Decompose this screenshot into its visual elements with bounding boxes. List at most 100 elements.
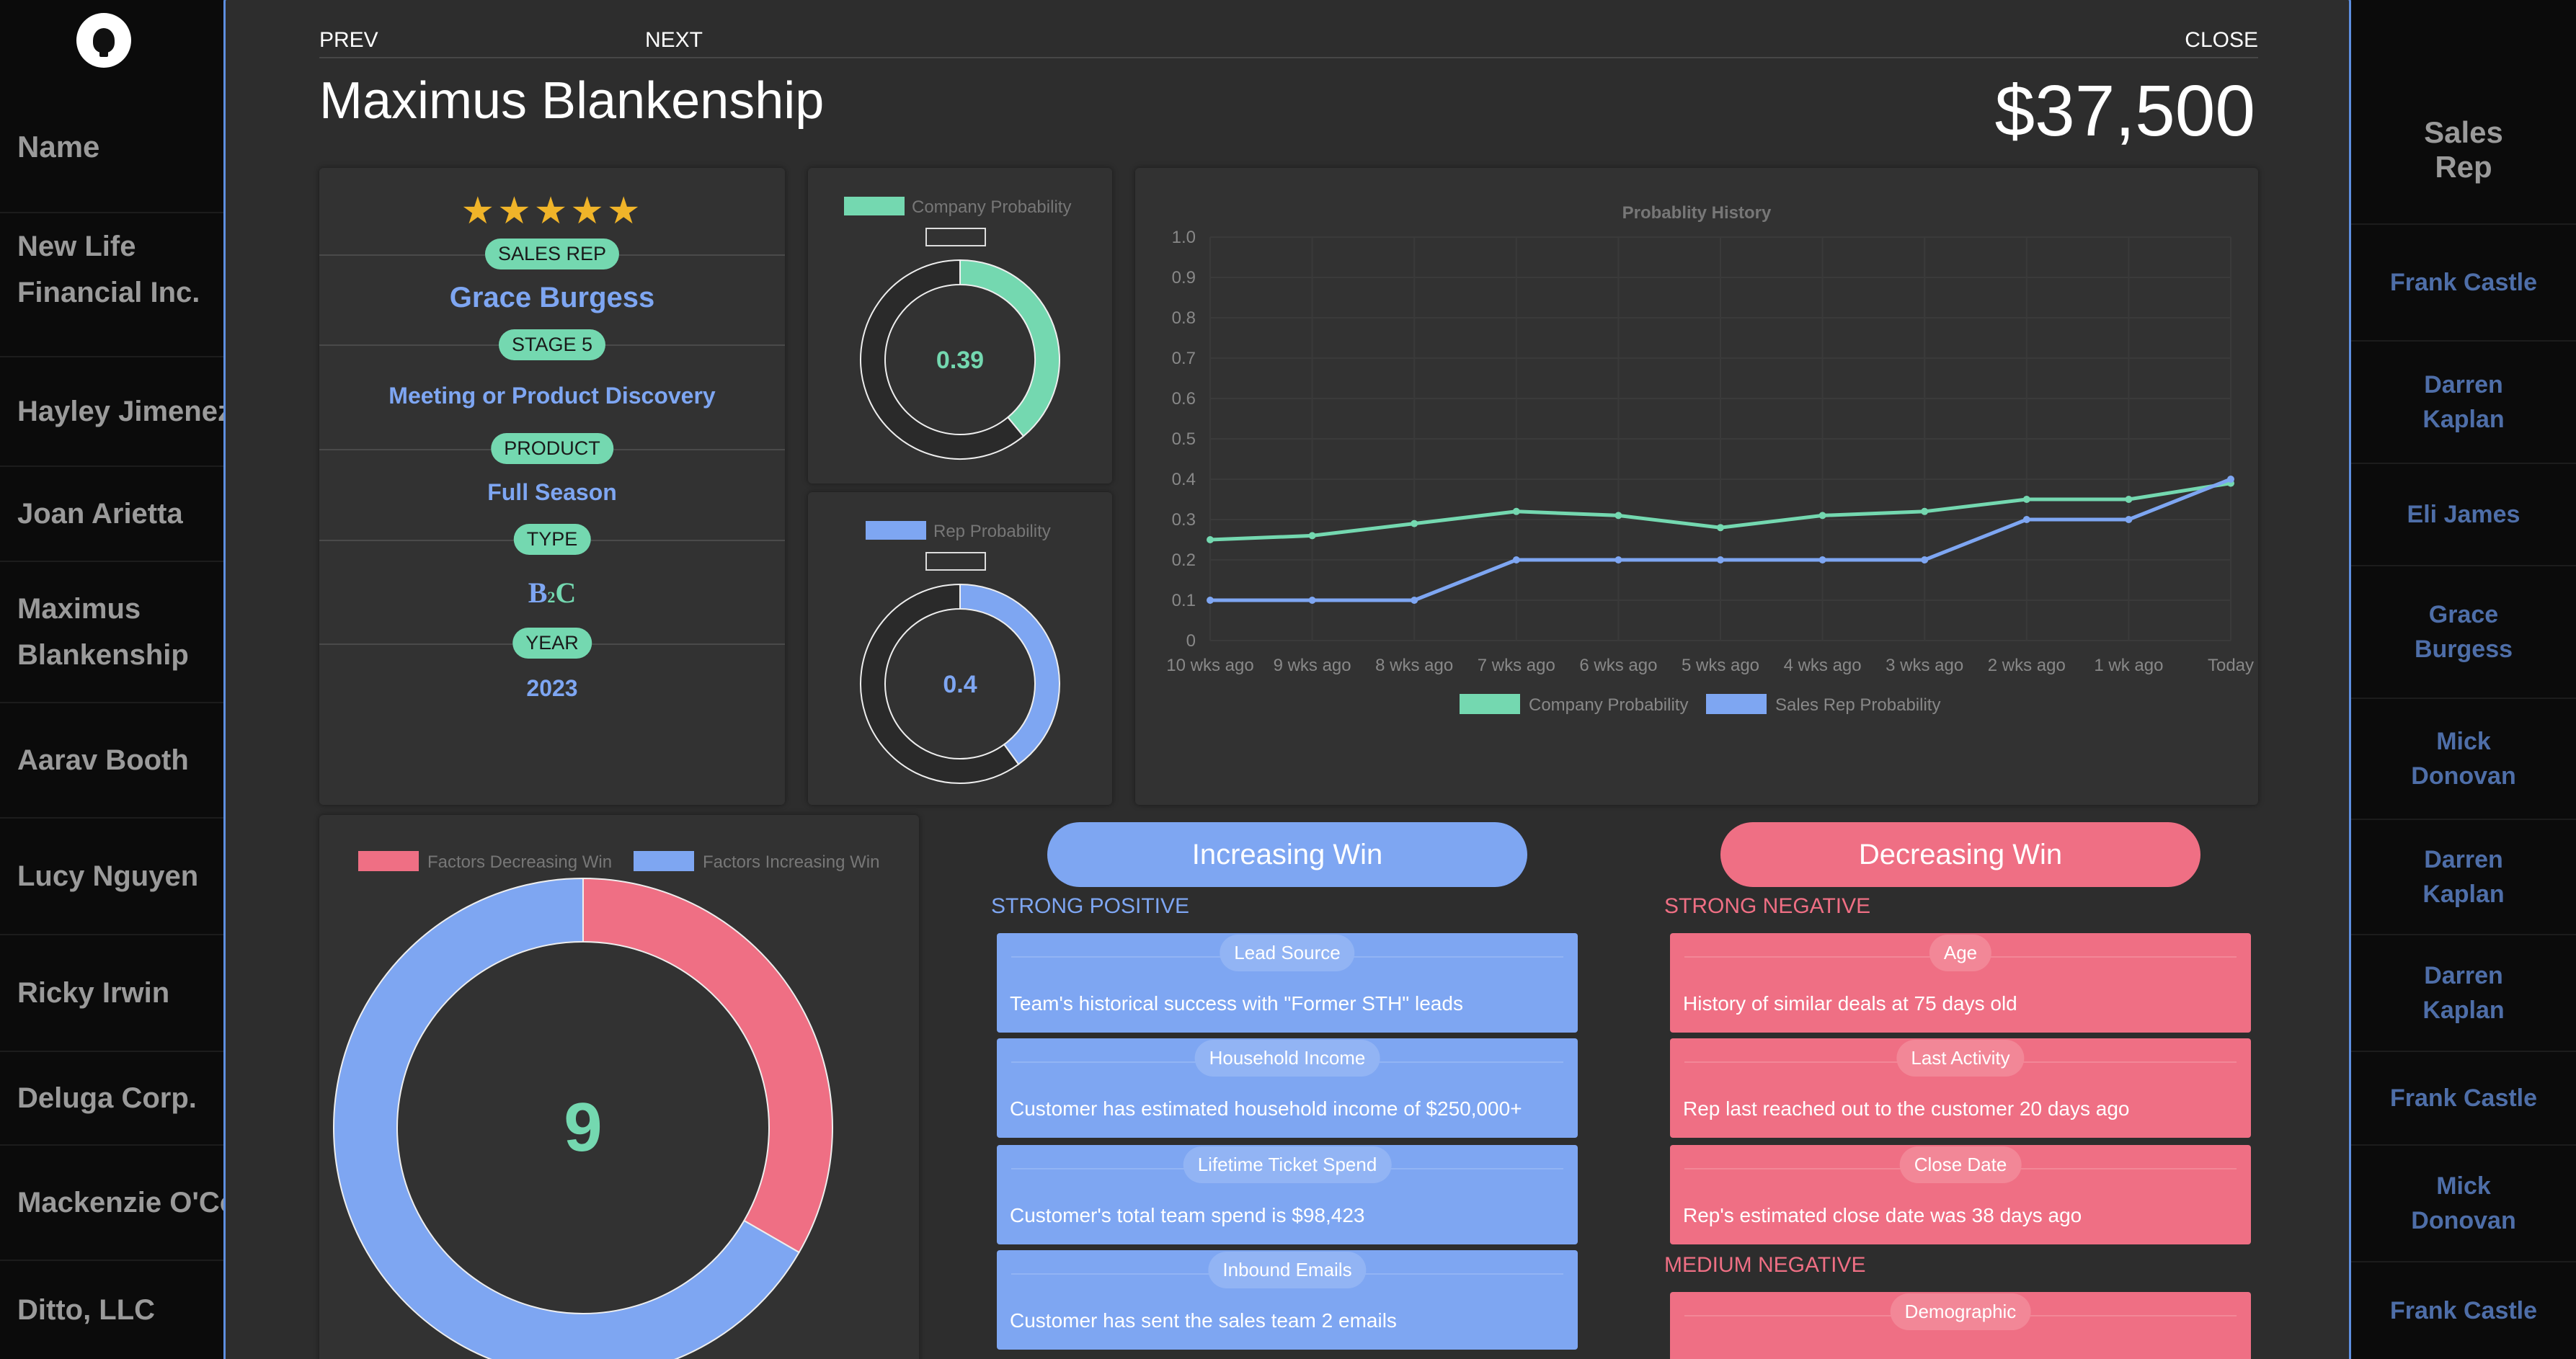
y-tick-label: 0.7: [1172, 349, 1196, 368]
x-tick-label: 7 wks ago: [1478, 656, 1555, 675]
name-column-header: Name: [17, 130, 100, 164]
factor-card[interactable]: Close Date Rep's estimated close date wa…: [1670, 1145, 2251, 1244]
list-item[interactable]: Deluga Corp.: [0, 1051, 223, 1144]
list-item[interactable]: Maximus Blankenship: [0, 561, 223, 702]
next-button[interactable]: NEXT: [645, 28, 703, 53]
list-item[interactable]: New Life Financial Inc.: [0, 212, 223, 326]
legend-box: [925, 228, 986, 246]
legend-label: Factors Increasing Win: [703, 852, 879, 872]
y-tick-label: 0.4: [1172, 470, 1196, 489]
factor-tag: Inbound Emails: [1208, 1252, 1367, 1288]
factor-text: Team's historical success with "Former S…: [1010, 992, 1463, 1015]
list-item-rep[interactable]: Frank Castle: [2351, 223, 2576, 340]
probability-history-panel: Probablity History 0 0.1 0.2 0.3 0.4 0.5 0.6 0.7…: [1135, 168, 2258, 805]
list-item-rep[interactable]: Darren Kaplan: [2351, 819, 2576, 934]
legend-label: Company Probability: [1529, 695, 1688, 715]
donut-center-label: 0.4: [943, 671, 977, 698]
factor-tag: Demographic: [1890, 1293, 2031, 1330]
donut-center-label: 0.39: [936, 347, 984, 374]
x-tick-label: 6 wks ago: [1579, 656, 1657, 675]
factor-text: Rep last reached out to the customer 20 …: [1683, 1097, 2130, 1120]
x-tick-label: 2 wks ago: [1988, 656, 2066, 675]
stage-label: STAGE 5: [498, 329, 606, 360]
data-point: [1818, 556, 1826, 563]
strong-negative-label: STRONG NEGATIVE: [1664, 894, 1871, 918]
data-point: [1921, 556, 1929, 563]
list-item[interactable]: Hayley Jimenez: [0, 356, 223, 465]
list-item-rep[interactable]: Mick Donovan: [2351, 1144, 2576, 1261]
factor-card[interactable]: Lifetime Ticket Spend Customer's total t…: [997, 1145, 1578, 1244]
legend-swatch: [358, 851, 419, 871]
y-tick-label: 0: [1186, 631, 1196, 651]
background-deal-list: Name New Life Financial Inc. Hayley Jime…: [0, 0, 223, 1359]
factor-tag: Household Income: [1194, 1040, 1380, 1077]
data-point: [1717, 556, 1724, 563]
x-tick-label: 5 wks ago: [1682, 656, 1759, 675]
list-item[interactable]: Lucy Nguyen: [0, 817, 223, 934]
legend-swatch: [844, 197, 905, 215]
background-rep-column: Sales Rep Frank Castle Darren Kaplan Eli…: [2351, 0, 2576, 1359]
data-point: [2125, 516, 2133, 523]
x-tick-label: 9 wks ago: [1274, 656, 1351, 675]
modal-nav: PREV NEXT CLOSE: [319, 27, 2258, 58]
list-item[interactable]: Aarav Booth: [0, 702, 223, 817]
list-item[interactable]: Ditto, LLC: [0, 1260, 223, 1359]
data-point: [1615, 512, 1622, 520]
data-point: [2227, 476, 2234, 483]
list-item-rep[interactable]: Mick Donovan: [2351, 698, 2576, 819]
company-probability-chart: Company Probability 0.39: [844, 197, 1071, 460]
factor-text: Customer has estimated household income …: [1010, 1097, 1522, 1120]
factor-card[interactable]: Demographic: [1670, 1292, 2251, 1359]
factor-tag: Lifetime Ticket Spend: [1183, 1146, 1392, 1183]
lightbulb-logo-icon[interactable]: [76, 13, 131, 68]
list-item[interactable]: Ricky Irwin: [0, 934, 223, 1051]
factor-tag: Lead Source: [1220, 935, 1355, 971]
factor-card[interactable]: Last Activity Rep last reached out to th…: [1670, 1038, 2251, 1138]
factors-panel: Factors Decreasing Win Factors Increasing…: [319, 815, 919, 1359]
legend-swatch: [1460, 694, 1520, 714]
medium-negative-label: MEDIUM NEGATIVE: [1664, 1253, 1866, 1277]
factor-card[interactable]: Age History of similar deals at 75 days …: [1670, 933, 2251, 1033]
list-item-rep[interactable]: Grace Burgess: [2351, 565, 2576, 698]
data-point: [1411, 597, 1418, 604]
factor-text: History of similar deals at 75 days old: [1683, 992, 2017, 1015]
rep-probability-chart: Rep Probability 0.4: [860, 521, 1060, 784]
data-point: [1308, 597, 1316, 604]
data-point: [1207, 597, 1214, 604]
list-item-rep[interactable]: Darren Kaplan: [2351, 340, 2576, 463]
list-item[interactable]: Joan Arietta: [0, 465, 223, 561]
list-item-rep[interactable]: Darren Kaplan: [2351, 934, 2576, 1051]
legend-box: [925, 552, 986, 571]
data-point: [2022, 496, 2030, 503]
data-point: [1921, 507, 1929, 515]
data-point: [1411, 520, 1418, 527]
list-item-rep[interactable]: Eli James: [2351, 463, 2576, 565]
list-item[interactable]: Mackenzie O'Connor: [0, 1144, 223, 1260]
factor-text: Customer's total team spend is $98,423: [1010, 1204, 1365, 1226]
chart-title: Probablity History: [1622, 203, 1772, 223]
increasing-win-button[interactable]: Increasing Win: [1047, 822, 1527, 887]
x-tick-label: 4 wks ago: [1784, 656, 1862, 675]
decreasing-win-button[interactable]: Decreasing Win: [1720, 822, 2200, 887]
factor-card[interactable]: Lead Source Team's historical success wi…: [997, 933, 1578, 1033]
probability-history-chart: Probablity History 0 0.1 0.2 0.3 0.4 0.5 0.6 0.7…: [1166, 203, 2254, 715]
x-tick-label: 1 wk ago: [2094, 656, 2163, 675]
prev-button[interactable]: PREV: [319, 28, 378, 53]
data-point: [1207, 536, 1214, 543]
strong-positive-label: STRONG POSITIVE: [991, 894, 1190, 918]
legend-swatch: [634, 851, 694, 871]
factor-tag: Close Date: [1899, 1146, 2022, 1183]
list-item-rep[interactable]: Frank Castle: [2351, 1261, 2576, 1359]
legend-swatch: [1706, 694, 1767, 714]
year-label: YEAR: [512, 628, 592, 659]
factors-chart: Factors Decreasing Win Factors Increasing…: [333, 851, 879, 1359]
y-tick-label: 0.2: [1172, 551, 1196, 570]
list-item-rep[interactable]: Frank Castle: [2351, 1051, 2576, 1144]
y-tick-label: 0.3: [1172, 510, 1196, 530]
close-button[interactable]: CLOSE: [2185, 28, 2258, 53]
product-value: Full Season: [487, 479, 617, 505]
factor-text: Customer has sent the sales team 2 email…: [1010, 1309, 1397, 1332]
factor-card[interactable]: Household Income Customer has estimated …: [997, 1038, 1578, 1138]
factor-card[interactable]: Inbound Emails Customer has sent the sal…: [997, 1250, 1578, 1350]
y-tick-label: 0.9: [1172, 268, 1196, 288]
